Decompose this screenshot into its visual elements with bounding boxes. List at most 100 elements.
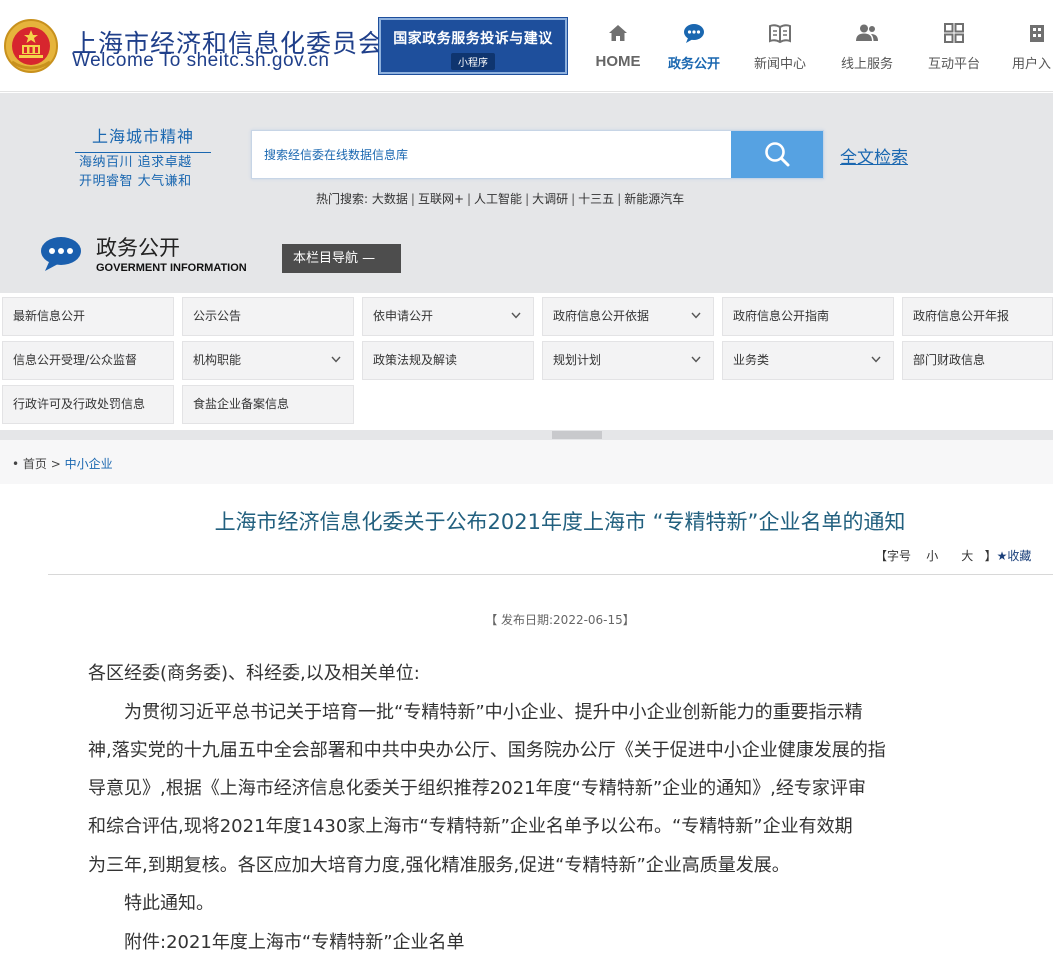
chat-bubble-icon [684, 24, 704, 43]
font-small-button[interactable]: 小 [926, 549, 938, 563]
book-icon [769, 24, 791, 44]
banner-pill: 小程序 [451, 53, 495, 70]
category-label: 信息公开受理/公众监督 [13, 353, 138, 367]
fulltext-search-link[interactable]: 全文检索 [840, 143, 908, 168]
national-emblem-logo[interactable] [2, 18, 60, 74]
banner-main-text: 国家政务服务投诉与建议 [393, 31, 553, 47]
category-label: 规划计划 [553, 353, 602, 367]
hot-search-item[interactable]: 大数据 [372, 192, 408, 206]
separator: | [410, 192, 415, 206]
site-subtitle: Welcome To sheitc.sh.gov.cn [72, 50, 330, 71]
chevron-down-icon [511, 312, 521, 319]
divider [48, 574, 1053, 575]
breadcrumb: • 首页 > 中小企业 [12, 455, 113, 472]
hot-searches-label: 热门搜索: [316, 192, 369, 206]
category-label: 机构职能 [193, 353, 242, 367]
category-business[interactable]: 业务类 [722, 341, 894, 380]
category-on-request[interactable]: 依申请公开 [362, 297, 534, 336]
nav-label-online-services: 线上服务 [840, 57, 893, 72]
nav-label-home: HOME [595, 53, 641, 70]
category-licensing-penalties[interactable]: 行政许可及行政处罚信息 [2, 385, 174, 424]
separator: | [571, 192, 576, 206]
chevron-down-icon [331, 356, 341, 363]
nav-item-user[interactable]: 用户入 [998, 18, 1053, 78]
city-spirit-heading: 上海城市精神 [75, 123, 211, 153]
search-button[interactable] [731, 131, 823, 178]
search-input[interactable] [252, 131, 732, 178]
hot-searches: 热门搜索: 大数据 | 互联网+ | 人工智能 | 大调研 | 十三五 | 新能源汽车 [316, 190, 684, 207]
separator: | [617, 192, 622, 206]
article-paragraph: 各区经委(商务委)、科经委,以及相关单位: [88, 663, 420, 684]
font-large-button[interactable]: 大 [961, 549, 973, 563]
article-paragraph: 神,落实党的十九届五中全会部署和中共中央办公厅、国务院办公厅《关于促进中小企业健… [88, 740, 886, 761]
section-title-en: GOVERMENT INFORMATION [96, 262, 247, 274]
breadcrumb-current[interactable]: 中小企业 [65, 457, 113, 471]
collapse-handle[interactable] [552, 431, 602, 439]
category-label: 政策法规及解读 [373, 353, 458, 367]
separator: | [525, 192, 530, 206]
category-label: 行政许可及行政处罚信息 [13, 397, 146, 411]
category-label: 依申请公开 [373, 309, 434, 323]
breadcrumb-band [0, 440, 1053, 484]
article-paragraph: 为贯彻习近平总书记关于培育一批“专精特新”中小企业、提升中小企业创新能力的重要指… [88, 702, 863, 723]
category-label: 政府信息公开年报 [913, 309, 1010, 323]
article-tools: 【字号 小 大 】★收藏 [875, 547, 1031, 564]
separator: | [467, 192, 472, 206]
nav-label-interaction: 互动平台 [927, 57, 980, 72]
users-icon [856, 24, 878, 41]
grid-icon [944, 23, 964, 43]
category-label: 政府信息公开指南 [733, 309, 830, 323]
site-header: 上海市经济和信息化委员会 Welcome To sheitc.sh.gov.cn… [0, 0, 1053, 92]
favorite-button[interactable]: ★收藏 [997, 549, 1032, 563]
hot-search-item[interactable]: 人工智能 [474, 192, 522, 206]
section-title: 政务公开 [96, 236, 180, 260]
category-functions[interactable]: 机构职能 [182, 341, 354, 380]
nav-item-news[interactable]: 新闻中心 [740, 18, 820, 78]
category-finance-info[interactable]: 部门财政信息 [902, 341, 1053, 380]
nav-item-interaction[interactable]: 互动平台 [914, 18, 994, 78]
category-public-supervision[interactable]: 信息公开受理/公众监督 [2, 341, 174, 380]
chat-bubble-icon [41, 237, 81, 271]
home-icon [609, 25, 627, 41]
article-paragraph: 为三年,到期复核。各区应加大培育力度,强化精准服务,促进“专精特新”企业高质量发… [88, 855, 790, 876]
article-paragraph: 特此通知。 [88, 893, 214, 914]
hot-search-item[interactable]: 十三五 [578, 192, 614, 206]
category-label: 部门财政信息 [913, 353, 986, 367]
nav-item-online-services[interactable]: 线上服务 [827, 18, 907, 78]
article-paragraph: 导意见》,根据《上海市经济信息化委关于组织推荐2021年度“专精特新”企业的通知… [88, 778, 866, 799]
breadcrumb-home[interactable]: 首页 [23, 457, 47, 471]
building-icon [1030, 25, 1044, 42]
complaint-miniprogram-banner[interactable]: 国家政务服务投诉与建议 小程序 [378, 17, 568, 75]
category-label: 业务类 [733, 353, 770, 367]
nav-label-user: 用户入 [1012, 57, 1052, 72]
category-announcements[interactable]: 公示公告 [182, 297, 354, 336]
category-disclosure-basis[interactable]: 政府信息公开依据 [542, 297, 714, 336]
hot-search-item[interactable]: 互联网+ [418, 192, 464, 206]
attachment-link[interactable]: 附件:2021年度上海市“专精特新”企业名单 [88, 928, 1033, 954]
city-spirit-line-1: 海纳百川 追求卓越 [79, 155, 192, 170]
category-policies[interactable]: 政策法规及解读 [362, 341, 534, 380]
nav-item-government-info[interactable]: 政务公开 [654, 18, 734, 78]
publish-date: 【 发布日期:2022-06-15】 [485, 613, 635, 627]
font-size-label: 【字号 [875, 549, 912, 563]
chevron-down-icon [691, 312, 701, 319]
category-label: 最新信息公开 [13, 309, 86, 323]
chevron-down-icon [871, 356, 881, 363]
search-box [251, 130, 824, 179]
category-annual-report[interactable]: 政府信息公开年报 [902, 297, 1053, 336]
chevron-down-icon [691, 356, 701, 363]
nav-item-home[interactable]: HOME [578, 18, 658, 78]
category-latest-disclosure[interactable]: 最新信息公开 [2, 297, 174, 336]
category-plans[interactable]: 规划计划 [542, 341, 714, 380]
breadcrumb-bullet: • [12, 457, 20, 471]
article-paragraph: 和综合评估,现将2021年度1430家上海市“专精特新”企业名单予以公布。“专精… [88, 816, 853, 837]
column-nav-button[interactable]: 本栏目导航 — [282, 244, 401, 273]
hot-search-item[interactable]: 大调研 [532, 192, 568, 206]
article-title: 上海市经济信息化委关于公布2021年度上海市 “专精特新”企业名单的通知 [214, 510, 906, 534]
collapse-divider [0, 430, 1053, 440]
hot-search-item[interactable]: 新能源汽车 [624, 192, 684, 206]
nav-label-government-info: 政务公开 [667, 57, 720, 72]
category-salt-filing[interactable]: 食盐企业备案信息 [182, 385, 354, 424]
nav-label-news: 新闻中心 [753, 57, 806, 72]
category-disclosure-guide[interactable]: 政府信息公开指南 [722, 297, 894, 336]
